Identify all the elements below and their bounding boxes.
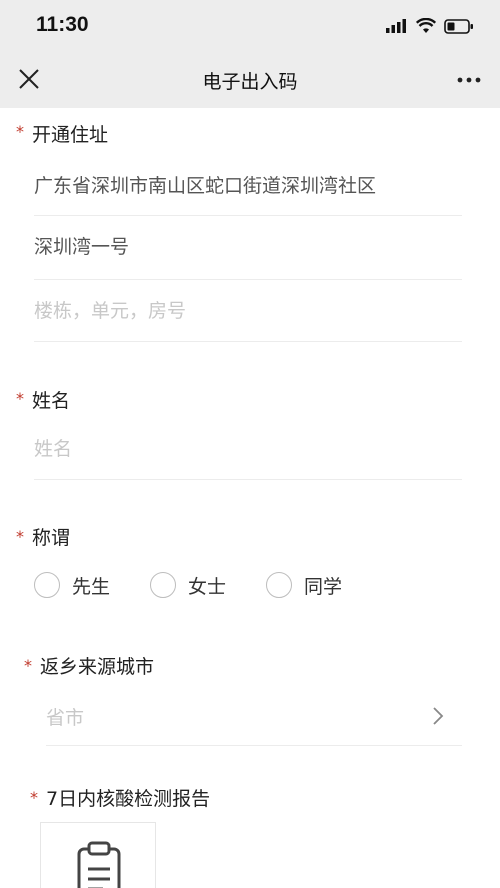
- page-title: 电子出入码: [202, 71, 298, 93]
- upload-report-button[interactable]: [40, 822, 156, 888]
- origin-city-label: 返乡来源城市: [40, 656, 155, 678]
- clipboard-icon: [77, 841, 121, 888]
- radio-option-student[interactable]: 同学: [266, 572, 342, 599]
- radio-option-ms[interactable]: 女士: [150, 572, 226, 599]
- battery-icon: [444, 18, 473, 34]
- radio-label: 女士: [188, 575, 227, 598]
- address-line1-field[interactable]: 广东省深圳市南山区蛇口街道深圳湾社区: [34, 168, 462, 216]
- test-report-label: 7日内核酸检测报告: [46, 788, 211, 810]
- address-line2-field[interactable]: 深圳湾一号: [34, 232, 462, 280]
- radio-label: 同学: [304, 575, 343, 598]
- radio-circle-icon[interactable]: [266, 572, 293, 598]
- chevron-right-icon[interactable]: [432, 706, 444, 726]
- unit-input[interactable]: [34, 300, 462, 322]
- title-radio-group: 先生 女士 同学: [34, 565, 382, 605]
- unit-input-wrapper: [34, 296, 462, 342]
- name-input-wrapper: [34, 432, 462, 480]
- status-time: 11:30: [36, 13, 89, 36]
- title-label: 称谓: [32, 527, 71, 549]
- required-mark: *: [24, 656, 32, 675]
- status-bar: 11:30: [0, 0, 500, 52]
- required-mark: *: [16, 527, 24, 546]
- address-label: 开通住址: [32, 124, 109, 146]
- name-input[interactable]: [34, 438, 462, 460]
- more-icon[interactable]: [456, 76, 482, 84]
- signal-icon: [386, 19, 406, 33]
- status-icons: [386, 16, 474, 36]
- origin-city-picker[interactable]: 省市: [46, 700, 462, 746]
- radio-option-mr[interactable]: 先生: [34, 572, 110, 599]
- required-mark: *: [16, 122, 24, 141]
- required-mark: *: [30, 788, 38, 807]
- nav-bar: 电子出入码: [0, 52, 500, 108]
- name-label: 姓名: [32, 390, 71, 412]
- radio-circle-icon[interactable]: [150, 572, 177, 598]
- radio-label: 先生: [72, 575, 111, 598]
- radio-circle-icon[interactable]: [34, 572, 60, 598]
- required-mark: *: [16, 389, 24, 408]
- wifi-icon: [416, 18, 436, 33]
